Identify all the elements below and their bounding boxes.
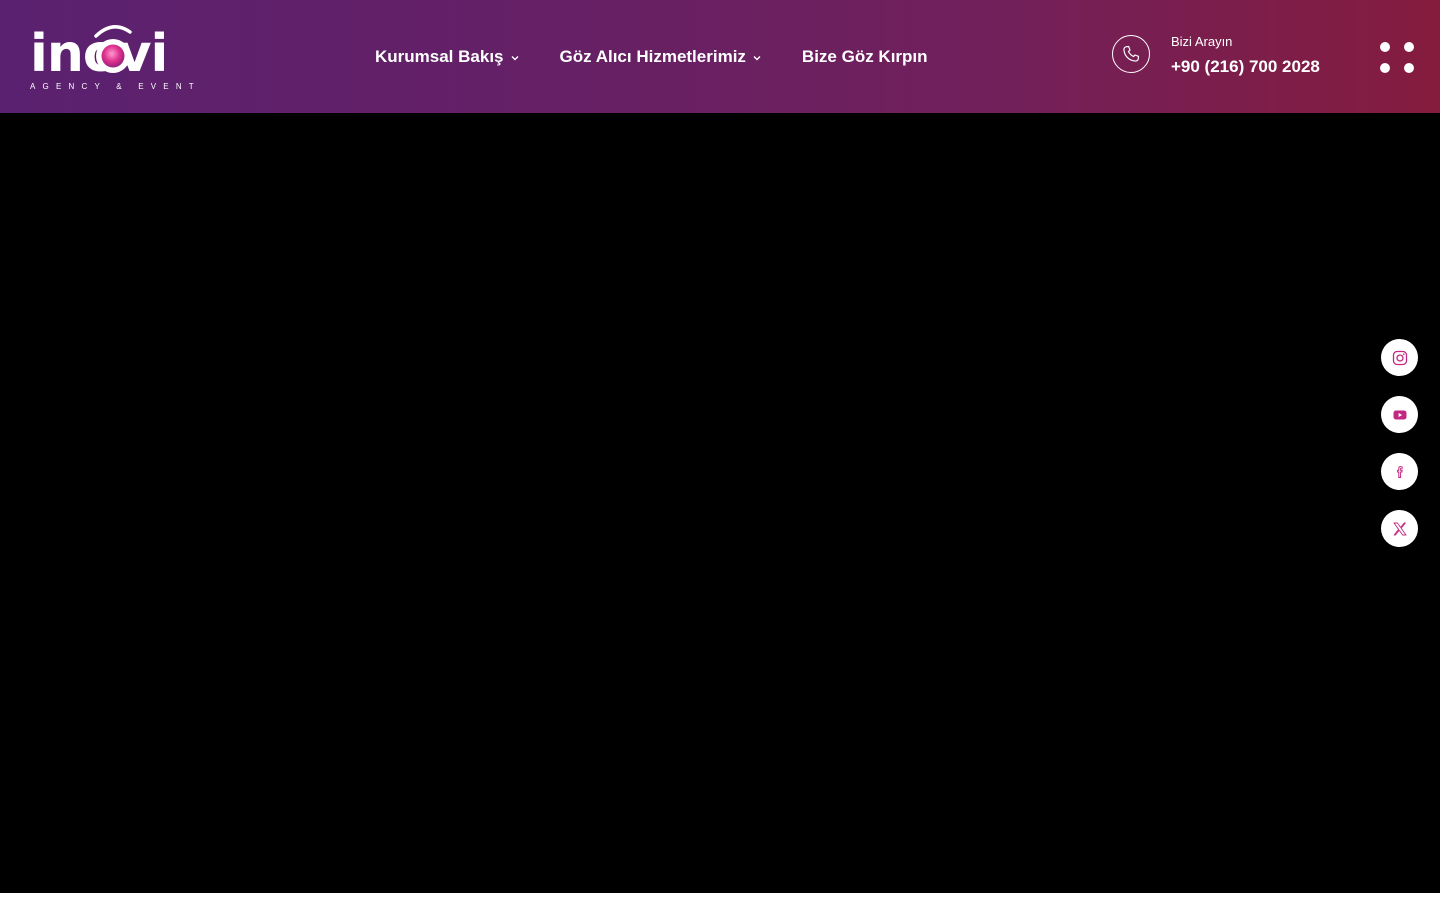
nav-item-bize-goz-kirpin[interactable]: Bize Göz Kırpın	[802, 45, 928, 69]
nav-item-label: Göz Alıcı Hizmetlerimiz	[559, 47, 746, 66]
nav-item-label: Kurumsal Bakış	[375, 47, 504, 66]
menu-dot	[1380, 63, 1390, 73]
main-nav: Kurumsal Bakış Göz Alıcı Hizmetlerimiz B…	[375, 44, 928, 70]
x-link[interactable]	[1381, 510, 1418, 547]
menu-dots-icon[interactable]	[1376, 38, 1416, 76]
nav-item-label: Bize Göz Kırpın	[801, 47, 928, 66]
phone-number-link[interactable]: +90 (216) 700 2028	[1171, 56, 1320, 78]
menu-dot	[1380, 42, 1390, 52]
logo-tagline: AGENCY & EVENT	[30, 82, 201, 91]
call-label: Bizi Arayın	[1171, 34, 1233, 49]
nav-item-goz-alici-hizmetlerimiz[interactable]: Göz Alıcı Hizmetlerimiz	[560, 45, 762, 69]
instagram-icon	[1392, 350, 1407, 365]
nav-item-kurumsal-bakis[interactable]: Kurumsal Bakış	[375, 45, 520, 69]
chevron-down-icon	[753, 56, 761, 61]
brand-logo[interactable]: inovi AGENCY & EVENT	[30, 22, 201, 92]
logo-eye-icon	[94, 25, 132, 73]
youtube-icon	[1393, 410, 1406, 419]
facebook-icon	[1396, 465, 1403, 478]
chevron-down-icon	[511, 56, 518, 61]
facebook-link[interactable]	[1381, 453, 1418, 490]
instagram-link[interactable]	[1381, 339, 1418, 376]
site-header: inovi AGENCY & EVENT Kurumsal Bakış Göz …	[0, 0, 1440, 113]
menu-dot	[1404, 42, 1414, 52]
menu-dot	[1404, 63, 1414, 73]
x-icon	[1393, 522, 1406, 535]
youtube-link[interactable]	[1381, 396, 1418, 433]
hero-video	[0, 113, 1440, 893]
phone-icon	[1112, 35, 1150, 73]
